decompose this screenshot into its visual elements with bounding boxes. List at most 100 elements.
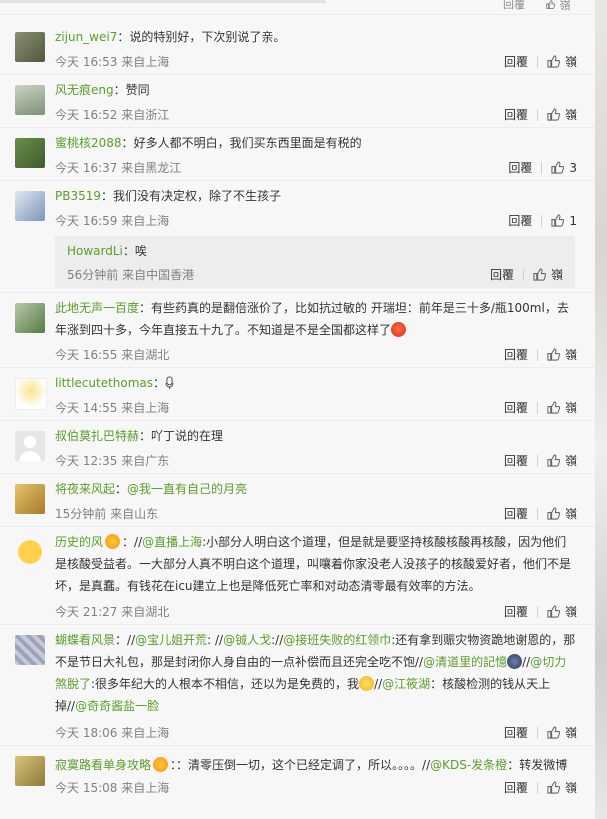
- divider: [0, 0, 326, 3]
- avatar[interactable]: [15, 32, 45, 62]
- comment-meta: 今天 16:53 来自上海: [55, 55, 170, 69]
- avatar[interactable]: [15, 635, 45, 665]
- avatar[interactable]: [15, 431, 45, 461]
- like-button[interactable]: 嶺: [545, 0, 571, 11]
- mention-link[interactable]: @铖人戈: [223, 633, 271, 647]
- avatar[interactable]: [15, 138, 45, 168]
- comment-text: 叔伯莫扎巴特赫：吖丁说的在理: [55, 429, 224, 443]
- like-button[interactable]: 嶺: [547, 399, 577, 416]
- like-button[interactable]: 嶺: [547, 452, 577, 469]
- reply-button[interactable]: 回覆: [504, 452, 528, 469]
- emoji-icon: [391, 322, 407, 337]
- comment-body: 好多人都不明白，我们买东西里面是有税的: [133, 136, 362, 150]
- mention-link[interactable]: @奇奇酱盐一脸: [75, 699, 159, 713]
- like-count: 嶺: [564, 726, 577, 740]
- reply-button[interactable]: 回覆: [504, 505, 528, 522]
- like-button[interactable]: 嶺: [547, 603, 577, 620]
- comment-actions: 回覆 嶺: [504, 399, 577, 416]
- comment-actions: 回覆 嶺: [504, 346, 577, 363]
- like-button[interactable]: 嶺: [547, 505, 577, 522]
- username-link[interactable]: 历史的风: [55, 535, 103, 549]
- username-link[interactable]: littlecutethomas: [55, 376, 153, 390]
- thumb-up-icon: [547, 781, 560, 794]
- reply-button[interactable]: 回覆: [508, 212, 532, 229]
- like-button[interactable]: 嶺: [547, 724, 577, 741]
- mention-link[interactable]: @直播上海: [142, 535, 202, 549]
- like-count: 嶺: [564, 401, 577, 415]
- comment-actions: 回覆 3: [508, 159, 577, 176]
- comment-actions: 回覆 嶺: [504, 603, 577, 620]
- mention-link[interactable]: @我一直有自己的月亮: [127, 482, 247, 496]
- like-button[interactable]: 嶺: [533, 266, 563, 283]
- username-link[interactable]: 蝴蝶看风景: [55, 633, 115, 647]
- divider: [536, 454, 538, 467]
- like-button[interactable]: 嶺: [547, 106, 577, 123]
- thumb-up-icon: [547, 605, 560, 618]
- username-link[interactable]: 风无痕eng: [55, 83, 114, 97]
- avatar[interactable]: [15, 756, 45, 786]
- like-button[interactable]: 3: [551, 161, 577, 175]
- avatar[interactable]: [15, 85, 45, 115]
- thumb-up-icon: [547, 454, 560, 467]
- comment-text: 此地无声一百度：有些药真的是翻倍涨价了，比如抗过敏的 开瑞坦：前年是三十多/瓶1…: [55, 301, 569, 337]
- reply-button[interactable]: 回覆: [504, 724, 528, 741]
- reply-button[interactable]: 回覆: [504, 346, 528, 363]
- reply-button[interactable]: 回覆: [504, 53, 528, 70]
- reply-button[interactable]: 回覆: [490, 266, 514, 283]
- avatar[interactable]: [15, 537, 45, 567]
- reply-button[interactable]: 回覆: [504, 779, 528, 796]
- emoji-icon: [359, 676, 375, 691]
- comment-text: 将夜来风起：@我一直有自己的月亮: [55, 482, 248, 496]
- avatar[interactable]: [15, 191, 45, 221]
- thumb-up-icon: [547, 55, 560, 68]
- mention-link[interactable]: @KDS-发条橙: [430, 758, 507, 772]
- like-button[interactable]: 1: [551, 214, 577, 228]
- avatar[interactable]: [15, 378, 47, 410]
- reply-button[interactable]: 回覆: [508, 159, 532, 176]
- username-link[interactable]: 叔伯莫扎巴特赫: [55, 429, 139, 443]
- comment-meta: 今天 16:55 来自湖北: [55, 348, 170, 362]
- mention-link[interactable]: @接班失败的红领巾: [283, 633, 391, 647]
- avatar[interactable]: [15, 303, 45, 333]
- comment-item: littlecutethomas： 今天 14:55 来自上海 回覆 嶺: [0, 368, 595, 421]
- username-link[interactable]: PB3519: [55, 189, 101, 203]
- thumb-up-icon: [547, 348, 560, 361]
- username-link[interactable]: 蜜桃核2088: [55, 136, 122, 150]
- like-button[interactable]: 嶺: [547, 779, 577, 796]
- comment-item: 蜜桃核2088：好多人都不明白，我们买东西里面是有税的 今天 16:37 来自黑…: [0, 128, 595, 181]
- like-count: 嶺: [564, 781, 577, 795]
- reply-button[interactable]: 回覆: [503, 0, 525, 10]
- divider: [536, 781, 538, 794]
- comment-meta: 15分钟前 来自山东: [55, 507, 159, 521]
- avatar[interactable]: [15, 484, 45, 514]
- like-button[interactable]: 嶺: [547, 53, 577, 70]
- divider: [541, 214, 543, 227]
- mention-link[interactable]: @江筱湖: [382, 677, 430, 691]
- sub-reply-text: HowardLi：唉: [67, 244, 147, 258]
- username-link[interactable]: 此地无声一百度: [55, 301, 139, 315]
- thumb-up-icon: [533, 268, 546, 281]
- reply-button[interactable]: 回覆: [504, 106, 528, 123]
- username-link[interactable]: HowardLi: [67, 244, 123, 258]
- comment-actions: 回覆 嶺: [504, 779, 577, 796]
- username-link[interactable]: 将夜来风起: [55, 482, 115, 496]
- like-count: 嶺: [550, 268, 563, 282]
- mention-link[interactable]: @宝儿姐开荒: [135, 633, 207, 647]
- comment-text: littlecutethomas：: [55, 372, 577, 394]
- username-link[interactable]: zijun_wei7: [55, 30, 117, 44]
- comment-text: 蜜桃核2088：好多人都不明白，我们买东西里面是有税的: [55, 136, 362, 150]
- reply-button[interactable]: 回覆: [504, 399, 528, 416]
- like-button[interactable]: 嶺: [547, 346, 577, 363]
- comment-actions: 回覆 嶺: [504, 452, 577, 469]
- comment-meta: 今天 15:08 来自上海: [55, 781, 170, 795]
- divider: [536, 401, 538, 414]
- comment-meta: 今天 16:37 来自黑龙江: [55, 161, 182, 175]
- like-count: 嶺: [564, 108, 577, 122]
- comment-text: PB3519：我们没有决定权，除了不生孩子: [55, 189, 282, 203]
- comment-body: : //: [207, 633, 224, 647]
- comment-panel: 回覆 嶺 zijun_wei7：说的特别好，下次别说了亲。 今天 16:53 来…: [0, 0, 595, 819]
- mention-link[interactable]: @清道里的記憶: [423, 655, 507, 669]
- reply-button[interactable]: 回覆: [504, 603, 528, 620]
- like-count: 嶺: [564, 55, 577, 69]
- username-link[interactable]: 寂寞路看单身攻略: [55, 758, 151, 772]
